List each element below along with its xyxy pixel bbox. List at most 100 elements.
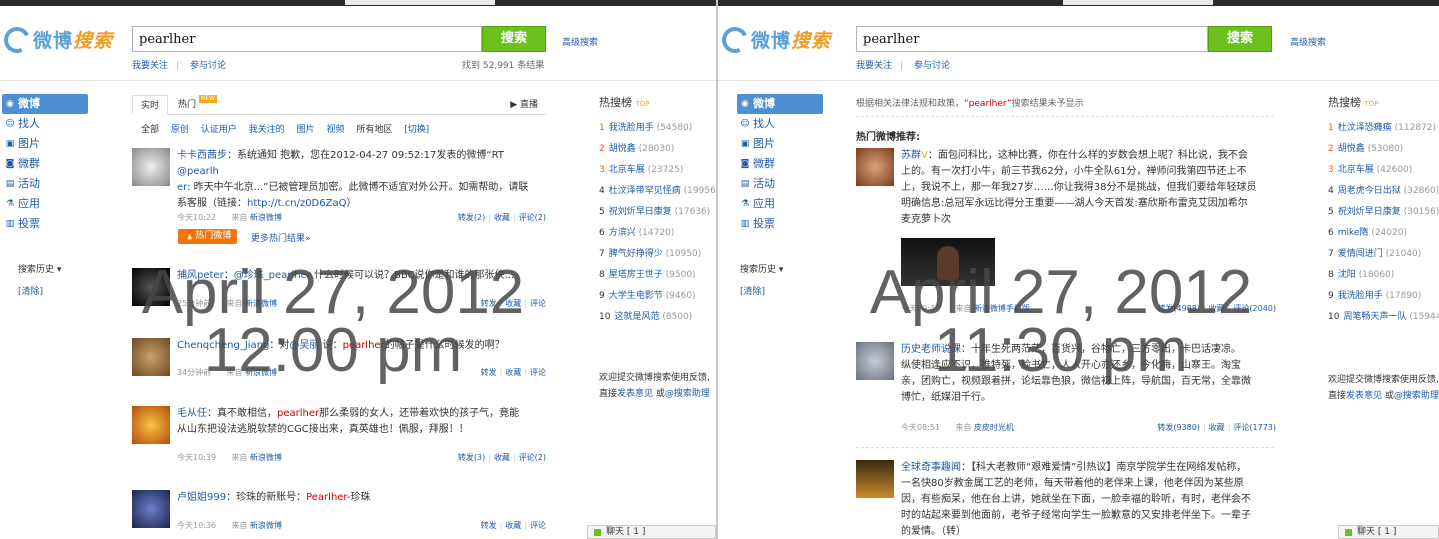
avatar[interactable]	[856, 460, 894, 498]
search-assistant-link[interactable]: @搜索助理	[665, 389, 710, 399]
browser-url-field[interactable]	[345, 0, 495, 5]
result-tabs: 实时 热门 NEW ▶ 直播	[132, 95, 546, 115]
rank-item[interactable]: 3 北京车展 (23725)	[599, 160, 716, 181]
hot-weibo-button[interactable]: 🔥热门微博	[178, 229, 238, 244]
post-username[interactable]: 全球奇事趣闻	[901, 462, 961, 473]
rank-item[interactable]: 8 沈阳 (18060)	[1328, 265, 1439, 286]
rank-item[interactable]: 9 我洗脸用手 (17890)	[1328, 286, 1439, 307]
browser-url-field[interactable]	[1063, 0, 1213, 5]
comment-button[interactable]: 评论(1773)	[1233, 423, 1276, 432]
post-username[interactable]: 苏群	[901, 150, 921, 161]
advanced-search-link[interactable]: 高级搜索	[562, 35, 598, 48]
favorite-button[interactable]: 收藏	[494, 213, 510, 222]
rank-item[interactable]: 7 脾气好挣得少 (10950)	[599, 244, 716, 265]
rank-item[interactable]: 1 我洗脸用手 (54580)	[599, 118, 716, 139]
clear-history-link[interactable]: [清除]	[18, 284, 43, 297]
weibo-search-logo[interactable]: 微博搜索	[718, 22, 831, 57]
rank-item[interactable]: 6 方滨兴 (14720)	[599, 223, 716, 244]
follow-link[interactable]: 我要关注	[132, 61, 168, 71]
avatar[interactable]	[132, 406, 170, 444]
post-username[interactable]: 卡卡西茜步	[177, 150, 227, 161]
tab-realtime[interactable]: 实时	[132, 95, 169, 115]
rank-item[interactable]: 4 杜汶泽带罕见怪病 (19956)	[599, 181, 716, 202]
more-hot-results-link[interactable]: 更多热门结果»	[251, 231, 311, 244]
advanced-search-link[interactable]: 高级搜索	[1290, 35, 1326, 48]
comment-button[interactable]: 评论	[530, 521, 546, 530]
post-username[interactable]: 毛从任	[177, 408, 207, 419]
rank-item[interactable]: 2 胡悦鑫 (53080)	[1328, 139, 1439, 160]
rank-item[interactable]: 9 大学生电影节 (9460)	[599, 286, 716, 307]
discuss-link[interactable]: 参与讨论	[914, 61, 950, 71]
sidebar-item-weibo[interactable]: ◉ 微博	[737, 94, 823, 114]
person-icon: ☺	[5, 119, 15, 129]
feedback-link[interactable]: 发表意见	[617, 389, 653, 399]
favorite-button[interactable]: 收藏	[494, 453, 510, 462]
filter-switch-region[interactable]: [切换]	[404, 125, 429, 135]
repost-button[interactable]: 转发(9380)	[1157, 423, 1200, 432]
rank-item[interactable]: 10 这就是风范 (8500)	[599, 307, 716, 328]
clear-history-link[interactable]: [清除]	[740, 284, 765, 297]
comment-button[interactable]: 评论(2)	[519, 453, 546, 462]
search-history-toggle[interactable]: 搜索历史 ▾	[18, 262, 61, 275]
rank-item[interactable]: 4 周老虎今日出狱 (32860)	[1328, 181, 1439, 202]
sidebar-item-vote[interactable]: ▥ 投票	[2, 214, 88, 234]
search-button[interactable]: 搜索	[482, 26, 546, 52]
rank-item[interactable]: 10周笔畅天声一队 (15944)	[1328, 307, 1439, 328]
timestamp-overlay: April 27, 2012 12:00 pm	[141, 258, 525, 385]
favorite-button[interactable]: 收藏	[505, 521, 521, 530]
logo-icon	[0, 22, 34, 57]
sidebar-item-images[interactable]: ▣ 图片	[2, 134, 88, 154]
search-history-toggle[interactable]: 搜索历史 ▾	[740, 262, 783, 275]
sidebar-item-events[interactable]: ▤ 活动	[737, 174, 823, 194]
post-text: 卡卡西茜步：系统通知 抱歉，您在2012-04-27 09:52:17发表的微博…	[177, 150, 529, 209]
rank-item[interactable]: 1 杜汶泽恐瘫痪 (112872)	[1328, 118, 1439, 139]
search-input[interactable]: pearlher	[132, 26, 482, 52]
sidebar-item-weibo[interactable]: ◉ 微博	[2, 94, 88, 114]
search-assistant-link[interactable]: @搜索助理	[1394, 391, 1439, 401]
sidebar-item-groups[interactable]: ◙ 微群	[2, 154, 88, 174]
filter-video[interactable]: 视频	[326, 125, 344, 135]
filter-images[interactable]: 图片	[297, 125, 315, 135]
sidebar-item-people[interactable]: ☺ 找人	[737, 114, 823, 134]
avatar[interactable]	[856, 148, 894, 186]
sidebar-item-images[interactable]: ▣ 图片	[737, 134, 823, 154]
chat-bar[interactable]: 聊天 [ 1 ]	[587, 525, 716, 539]
filter-following[interactable]: 我关注的	[249, 125, 285, 135]
comment-button[interactable]: 评论(2)	[519, 213, 546, 222]
rank-item[interactable]: 5 祝刘炘早日康复 (30156)	[1328, 202, 1439, 223]
tab-hot[interactable]: 热门 NEW	[170, 95, 225, 115]
rank-item[interactable]: 5 祝刘炘早日康复 (17636)	[599, 202, 716, 223]
avatar[interactable]	[132, 148, 170, 186]
rank-item[interactable]: 2 胡悦鑫 (28030)	[599, 139, 716, 160]
sidebar-item-groups[interactable]: ◙ 微群	[737, 154, 823, 174]
avatar[interactable]	[132, 490, 170, 528]
sidebar-item-vote[interactable]: ▥ 投票	[737, 214, 823, 234]
post-text: 全球奇事趣闻：【科大老教师“艰难爱情”引热议】南京学院学生在网络发帖称， 一名快…	[901, 462, 1251, 537]
sidebar-item-events[interactable]: ▤ 活动	[2, 174, 88, 194]
weibo-search-logo[interactable]: 微博搜索	[0, 22, 113, 57]
feedback-link[interactable]: 发表意见	[1346, 391, 1382, 401]
rank-item[interactable]: 7 爱情闯进门 (21040)	[1328, 244, 1439, 265]
favorite-button[interactable]: 收藏	[1209, 423, 1225, 432]
rank-item[interactable]: 8 屋塔房王世子 (9500)	[599, 265, 716, 286]
repost-button[interactable]: 转发(2)	[458, 213, 485, 222]
sidebar-item-apps[interactable]: ⚗ 应用	[737, 194, 823, 214]
rank-item[interactable]: 6 mike隋 (24020)	[1328, 223, 1439, 244]
repost-button[interactable]: 转发	[481, 521, 497, 530]
follow-link[interactable]: 我要关注	[856, 61, 892, 71]
rank-item[interactable]: 3 北京车展 (42600)	[1328, 160, 1439, 181]
post-link[interactable]: http://t.cn/z0D6ZaQ	[247, 198, 346, 209]
post-username[interactable]: 卢姐姐999	[177, 492, 226, 503]
sidebar-item-people[interactable]: ☺ 找人	[2, 114, 88, 134]
filter-original[interactable]: 原创	[171, 125, 189, 135]
sidebar-item-apps[interactable]: ⚗ 应用	[2, 194, 88, 214]
filter-all[interactable]: 全部	[141, 125, 159, 135]
search-input[interactable]: pearlher	[856, 26, 1208, 52]
tab-live[interactable]: ▶ 直播	[502, 95, 546, 115]
filter-verified[interactable]: 认证用户	[201, 125, 237, 135]
search-button[interactable]: 搜索	[1208, 26, 1272, 52]
post-actions: 转发(2) | 收藏 | 评论(2)	[457, 213, 546, 222]
discuss-link[interactable]: 参与讨论	[190, 61, 226, 71]
repost-button[interactable]: 转发(3)	[458, 453, 485, 462]
chat-bar[interactable]: 聊天 [ 1 ]	[1338, 525, 1439, 539]
